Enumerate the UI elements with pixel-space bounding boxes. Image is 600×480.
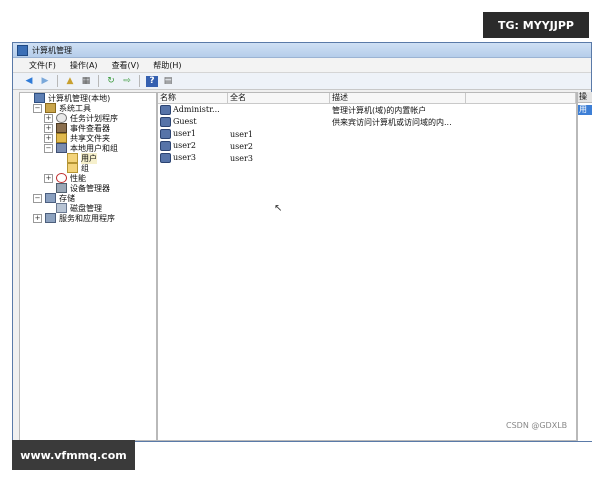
users-icon xyxy=(56,143,67,153)
user-name: user2 xyxy=(173,141,196,150)
tree-item[interactable]: 用户 xyxy=(20,152,156,164)
toolbar-separator xyxy=(139,75,140,87)
menu-view[interactable]: 查看(V) xyxy=(112,60,140,71)
table-row[interactable]: user1 user1 xyxy=(158,128,576,140)
collapse-icon[interactable]: − xyxy=(33,103,42,113)
storage-icon xyxy=(45,193,56,203)
user-fullname: user3 xyxy=(230,153,253,163)
window-title: 计算机管理 xyxy=(32,45,72,55)
disk-icon xyxy=(56,203,67,213)
user-name: Administr... xyxy=(173,105,220,114)
menu-file[interactable]: 文件(F) xyxy=(29,60,56,71)
user-icon xyxy=(160,141,171,151)
folder-icon xyxy=(67,163,78,173)
expand-icon[interactable]: + xyxy=(44,113,53,123)
mouse-cursor-icon: ↖ xyxy=(274,203,283,214)
user-name: Guest xyxy=(173,117,197,126)
column-header-description[interactable]: 描述 xyxy=(330,93,466,103)
tree-item[interactable]: − 本地用户和组 xyxy=(20,143,156,153)
toolbar-separator xyxy=(98,75,99,87)
menu-action[interactable]: 操作(A) xyxy=(70,60,98,71)
title-bar: 计算机管理 xyxy=(13,43,591,58)
performance-icon xyxy=(56,173,67,183)
tree-item[interactable]: 组 xyxy=(20,163,156,173)
computer-management-icon xyxy=(17,44,28,56)
tree-item[interactable]: + 性能 xyxy=(20,173,156,183)
list-header: 名称 全名 描述 xyxy=(158,93,576,104)
tree-item[interactable]: + 服务和应用程序 xyxy=(20,213,156,223)
watermark-top: TG: MYYJJPP xyxy=(483,12,589,38)
collapse-icon[interactable]: − xyxy=(44,143,53,153)
tree-item[interactable]: − 系统工具 xyxy=(20,103,156,113)
actions-header: 操 xyxy=(578,92,592,103)
back-icon[interactable]: ◀ xyxy=(23,76,35,87)
services-icon xyxy=(45,213,56,223)
watermark-bottom: www.vfmmq.com xyxy=(12,440,135,470)
content-panes: 计算机管理(本地) − 系统工具 + 任务计划程序 + 事件查看器 + 共享文件夹 − 本地用户和组… xyxy=(13,90,592,441)
user-description: 管理计算机(域)的内置帐户 xyxy=(332,105,427,115)
list-body: Administr... 管理计算机(域)的内置帐户 Guest 供来宾访问计算机或访… xyxy=(158,104,576,164)
user-name: user1 xyxy=(173,129,196,138)
column-header-fullname[interactable]: 全名 xyxy=(228,93,330,103)
shared-folder-icon xyxy=(56,133,67,143)
tree-item[interactable]: + 任务计划程序 xyxy=(20,113,156,123)
clock-icon xyxy=(56,113,67,123)
navigation-tree: 计算机管理(本地) − 系统工具 + 任务计划程序 + 事件查看器 + 共享文件夹 − 本地用户和组… xyxy=(19,92,157,441)
tools-icon xyxy=(45,103,56,113)
user-name-cell: user1 xyxy=(158,129,228,139)
tree-item[interactable]: + 共享文件夹 xyxy=(20,133,156,143)
table-row[interactable]: Guest 供来宾访问计算机或访问域的内... xyxy=(158,116,576,128)
watermark-csdn: CSDN @GDXLB xyxy=(506,421,568,430)
refresh-icon[interactable]: ↻ xyxy=(105,76,117,87)
help-icon[interactable]: ? xyxy=(146,75,158,87)
toolbar-separator xyxy=(57,75,58,87)
expand-icon[interactable]: + xyxy=(33,213,42,223)
user-icon xyxy=(160,153,171,163)
user-name-cell: user3 xyxy=(158,153,228,163)
actions-pane: 操 用 xyxy=(577,92,592,441)
device-manager-icon xyxy=(56,183,67,193)
user-name-cell: user2 xyxy=(158,141,228,151)
user-name-cell: Guest xyxy=(158,117,228,127)
user-name-cell: Administr... xyxy=(158,105,228,115)
toolbar: ◀ ▶ ▲ ▦ ↻ ⇨ ? ▤ xyxy=(13,73,591,90)
user-icon xyxy=(160,129,171,139)
folder-icon xyxy=(67,153,78,163)
column-header-name[interactable]: 名称 xyxy=(158,93,228,103)
user-description: 供来宾访问计算机或访问域的内... xyxy=(332,117,452,127)
user-fullname: user2 xyxy=(230,141,253,151)
collapse-icon[interactable]: − xyxy=(33,193,42,203)
table-row[interactable]: Administr... 管理计算机(域)的内置帐户 xyxy=(158,104,576,116)
user-fullname: user1 xyxy=(230,129,253,139)
user-icon xyxy=(160,105,171,115)
menu-bar: 文件(F) 操作(A) 查看(V) 帮助(H) xyxy=(13,58,591,73)
show-hide-tree-icon[interactable]: ▦ xyxy=(80,76,92,87)
tree-item-label: 服务和应用程序 xyxy=(59,213,115,223)
tree-item-label: 设备管理器 xyxy=(70,183,110,193)
expand-icon[interactable]: + xyxy=(44,133,53,143)
computer-management-window: 计算机管理 文件(F) 操作(A) 查看(V) 帮助(H) ◀ ▶ ▲ ▦ ↻ … xyxy=(12,42,592,442)
tree-item[interactable]: − 存储 xyxy=(20,193,156,203)
expand-icon[interactable]: + xyxy=(44,173,53,183)
export-icon[interactable]: ⇨ xyxy=(121,76,133,87)
tree-item[interactable]: + 事件查看器 xyxy=(20,123,156,133)
tree-item[interactable]: 计算机管理(本地) xyxy=(20,93,156,103)
table-row[interactable]: user2 user2 xyxy=(158,140,576,152)
tree-item[interactable]: 磁盘管理 xyxy=(20,203,156,213)
user-name: user3 xyxy=(173,153,196,162)
table-row[interactable]: user3 user3 xyxy=(158,152,576,164)
event-log-icon xyxy=(56,123,67,133)
actions-item-users[interactable]: 用 xyxy=(578,105,592,115)
tree-item[interactable]: 设备管理器 xyxy=(20,183,156,193)
users-list: 名称 全名 描述 Administr... 管理计算机(域)的内置帐户 Guest 供… xyxy=(157,92,577,441)
computer-icon xyxy=(34,93,45,103)
menu-help[interactable]: 帮助(H) xyxy=(153,60,181,71)
show-hide-action-icon[interactable]: ▤ xyxy=(162,76,174,87)
forward-icon[interactable]: ▶ xyxy=(39,76,51,87)
user-icon xyxy=(160,117,171,127)
column-header-extra[interactable] xyxy=(466,93,576,103)
up-icon[interactable]: ▲ xyxy=(64,76,76,87)
expand-icon[interactable]: + xyxy=(44,123,53,133)
